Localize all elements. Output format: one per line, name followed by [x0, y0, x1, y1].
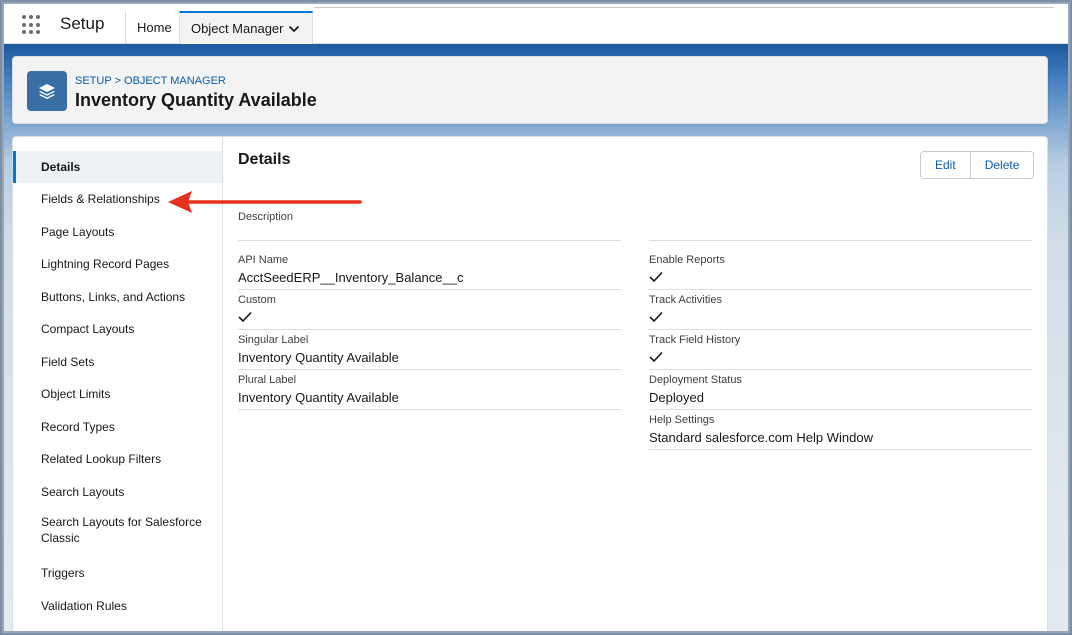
sidebar-item-compact-layouts[interactable]: Compact Layouts — [13, 313, 222, 345]
description-divider — [238, 240, 621, 241]
field-plural-label: Plural Label Inventory Quantity Availabl… — [238, 370, 621, 410]
field-api-name: API Name AcctSeedERP__Inventory_Balance_… — [238, 250, 621, 290]
action-button-group: Edit Delete — [920, 151, 1035, 179]
breadcrumb[interactable]: SETUP > OBJECT MANAGER — [75, 75, 226, 87]
page-background: SETUP > OBJECT MANAGER Inventory Quantit… — [4, 44, 1068, 631]
field-value: Inventory Quantity Available — [238, 350, 399, 365]
checkmark-icon — [649, 351, 663, 363]
edit-button[interactable]: Edit — [921, 152, 970, 178]
description-divider-right — [649, 240, 1032, 241]
field-help-settings: Help Settings Standard salesforce.com He… — [649, 410, 1032, 450]
field-label: Track Activities — [649, 294, 722, 306]
tab-object-manager-label: Object Manager — [191, 21, 284, 36]
field-track-activities: Track Activities — [649, 290, 1032, 330]
section-title: Details — [238, 151, 291, 168]
sidebar-item-buttons-links-actions[interactable]: Buttons, Links, and Actions — [13, 281, 222, 313]
sidebar-item-page-layouts[interactable]: Page Layouts — [13, 216, 222, 248]
sidebar-item-related-lookup-filters[interactable]: Related Lookup Filters — [13, 443, 222, 475]
field-value: Inventory Quantity Available — [238, 390, 399, 405]
field-label: Deployment Status — [649, 374, 742, 386]
sidebar-item-details[interactable]: Details — [13, 151, 222, 183]
field-value: AcctSeedERP__Inventory_Balance__c — [238, 270, 464, 285]
sidebar-item-search-layouts-classic[interactable]: Search Layouts for Salesforce Classic — [13, 510, 222, 546]
field-value: Deployed — [649, 390, 704, 405]
field-enable-reports: Enable Reports — [649, 250, 1032, 290]
field-custom: Custom — [238, 290, 621, 330]
app-launcher-icon[interactable] — [22, 15, 42, 35]
sidebar-item-lightning-record-pages[interactable]: Lightning Record Pages — [13, 248, 222, 280]
sidebar-item-record-types[interactable]: Record Types — [13, 411, 222, 443]
field-deployment-status: Deployment Status Deployed — [649, 370, 1032, 410]
sidebar-item-triggers[interactable]: Triggers — [13, 557, 222, 589]
app-name: Setup — [60, 14, 105, 33]
field-label: Plural Label — [238, 374, 297, 386]
field-label: API Name — [238, 254, 289, 266]
app-window: Setup Home Object Manager SETUP > OBJECT… — [2, 2, 1070, 633]
field-singular-label: Singular Label Inventory Quantity Availa… — [238, 330, 621, 370]
field-value: Standard salesforce.com Help Window — [649, 430, 873, 445]
checkmark-icon — [238, 311, 252, 323]
sidebar-item-object-limits[interactable]: Object Limits — [13, 378, 222, 410]
field-label: Help Settings — [649, 414, 715, 426]
chevron-down-icon[interactable] — [288, 23, 300, 35]
sidebar-item-field-sets[interactable]: Field Sets — [13, 346, 222, 378]
sidebar-item-validation-rules[interactable]: Validation Rules — [13, 590, 222, 622]
field-track-field-history: Track Field History — [649, 330, 1032, 370]
tab-object-manager[interactable]: Object Manager — [179, 11, 313, 44]
page-title: Inventory Quantity Available — [75, 90, 317, 110]
annotation-arrow-icon — [168, 191, 362, 213]
field-label: Singular Label — [238, 334, 309, 346]
field-label: Custom — [238, 294, 276, 306]
object-header: SETUP > OBJECT MANAGER Inventory Quantit… — [12, 56, 1048, 124]
field-label: Enable Reports — [649, 254, 725, 266]
header-divider — [314, 4, 1054, 8]
layers-icon — [27, 71, 67, 111]
global-header: Setup Home Object Manager — [4, 4, 1068, 44]
sidebar-item-search-layouts[interactable]: Search Layouts — [13, 476, 222, 508]
tab-home[interactable]: Home — [125, 11, 183, 44]
checkmark-icon — [649, 271, 663, 283]
delete-button[interactable]: Delete — [969, 152, 1034, 178]
checkmark-icon — [649, 311, 663, 323]
field-label: Track Field History — [649, 334, 741, 346]
